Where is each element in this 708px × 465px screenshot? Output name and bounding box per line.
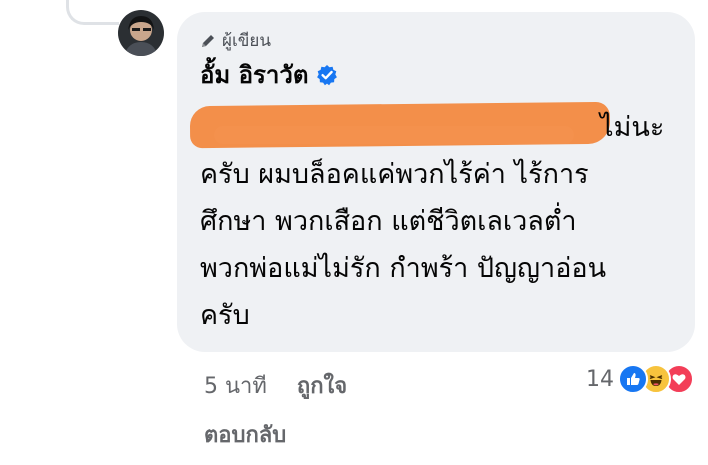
comment-text: ไม่นะ ครับ ผมบล็อคแค่พวกไร้ค่า ไร้การ ศึ… (189, 101, 680, 339)
comment-line-text: ไม่นะ (600, 112, 665, 143)
comment-line: ศึกษา พวกเสือก แต่ชีวิตเลเวลต่ำ (200, 206, 577, 237)
redaction-scribble (214, 126, 574, 144)
author-name-text[interactable]: อั้ม อิราวัต (200, 55, 308, 94)
reaction-icons[interactable] (618, 364, 694, 394)
author-badge: ผู้เขียน (200, 27, 271, 54)
comment-actions: 5 นาที ถูกใจ (204, 368, 347, 403)
comment-line: ครับ ผมบล็อคแค่พวกไร้ค่า ไร้การ (200, 159, 589, 190)
comment-line: ไม่นะ (189, 101, 680, 151)
pencil-icon (200, 33, 216, 49)
timestamp[interactable]: 5 นาที (204, 368, 267, 403)
comment-thread: ผู้เขียน อั้ม อิราวัต ไม่นะ ครับ ผมบล็อค… (0, 0, 708, 465)
like-icon (618, 364, 648, 394)
avatar[interactable] (118, 10, 164, 56)
reaction-count[interactable]: 14 (586, 367, 614, 392)
comment-line: พวกพ่อแม่ไม่รัก กำพร้า ปัญญาอ่อน (200, 253, 607, 284)
comment-line: ครับ (200, 300, 250, 331)
like-button[interactable]: ถูกใจ (297, 368, 347, 403)
reactions-summary[interactable]: 14 (586, 364, 694, 394)
verified-badge-icon (316, 64, 338, 86)
author-badge-label: ผู้เขียน (222, 31, 271, 51)
thread-connector-line (66, 0, 119, 25)
reply-button[interactable]: ตอบกลับ (204, 417, 286, 452)
author-name[interactable]: อั้ม อิราวัต (200, 55, 338, 94)
